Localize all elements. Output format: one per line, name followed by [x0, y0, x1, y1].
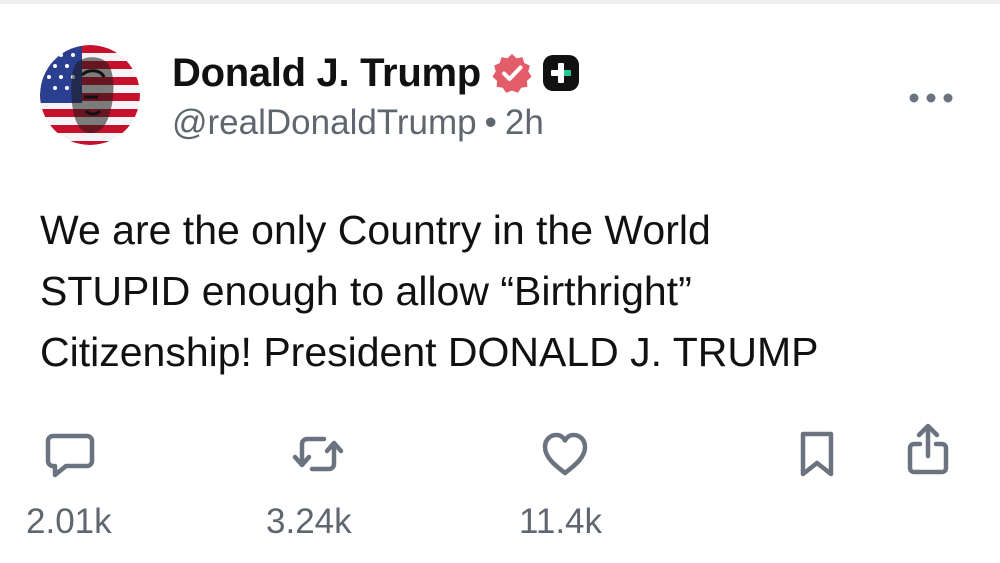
reply-count: 2.01k [26, 502, 112, 541]
heart-icon [542, 432, 588, 476]
plus-badge-icon [541, 53, 581, 93]
bookmark-button[interactable] [795, 428, 839, 480]
reply-icon [45, 433, 95, 478]
verified-badge-icon [491, 52, 533, 94]
reply-button[interactable] [44, 428, 96, 480]
post-body-line: Citizenship! President DONALD J. TRUMP [40, 329, 819, 375]
post-timestamp[interactable]: 2h [505, 103, 544, 142]
bookmark-icon [800, 431, 834, 477]
author-display-name[interactable]: Donald J. Trump [172, 51, 481, 96]
share-button[interactable] [904, 422, 952, 478]
retruth-button[interactable] [290, 428, 346, 480]
author-handle[interactable]: @realDonaldTrump [172, 103, 477, 142]
post-body: We are the only Country in the World STU… [40, 200, 970, 383]
retruth-icon [292, 436, 344, 472]
more-options-icon [909, 93, 953, 103]
like-count: 11.4k [519, 502, 603, 541]
meta-separator: • [484, 103, 497, 142]
avatar-image [40, 45, 140, 145]
more-options-button[interactable] [906, 86, 956, 110]
post-body-line: STUPID enough to allow “Birthright” [40, 268, 692, 314]
like-button[interactable] [539, 428, 591, 480]
share-icon [907, 423, 949, 475]
author-name-row: Donald J. Trump [172, 49, 581, 97]
post-body-line: We are the only Country in the World [40, 207, 711, 253]
author-handle-row: @realDonaldTrump • 2h [172, 103, 544, 143]
retruth-count: 3.24k [266, 502, 352, 541]
avatar[interactable] [40, 45, 140, 145]
post-card: Donald J. Trump @realDonaldTrump • 2h We… [0, 0, 1000, 563]
